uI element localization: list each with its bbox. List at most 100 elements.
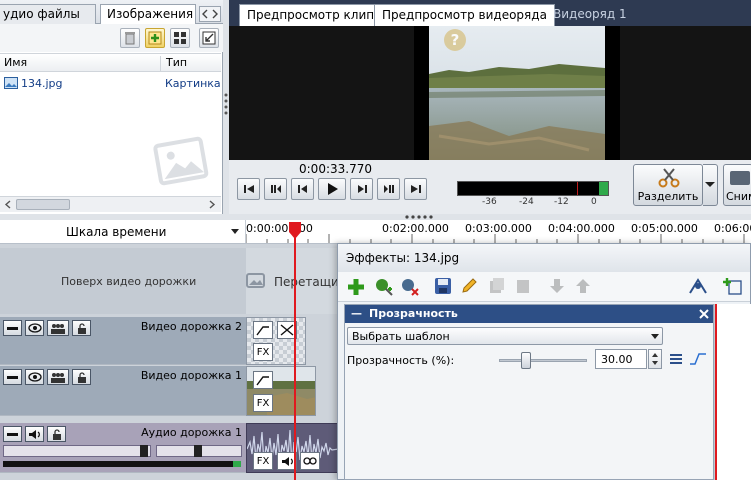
move-down-icon[interactable] (548, 277, 566, 295)
overlay-track[interactable]: Поверх видео дорожки (0, 248, 246, 314)
split-label: Разделить (637, 190, 699, 203)
tab-images[interactable]: Изображения ( (100, 4, 196, 25)
go-end-icon[interactable] (404, 178, 427, 200)
tab-scroll-arrows[interactable] (199, 6, 221, 22)
add-effect-alt-icon[interactable] (374, 277, 394, 297)
remove-effect-icon[interactable] (400, 277, 420, 297)
video-preview[interactable]: ? (229, 26, 751, 160)
tab-audio-files[interactable]: удио файлы (0, 4, 96, 24)
file-list-header: Имя Тип (0, 53, 221, 72)
move-up-icon[interactable] (574, 277, 592, 295)
collapse-icon[interactable] (3, 320, 22, 336)
volume-thumb[interactable] (140, 445, 148, 457)
fade-icon[interactable] (253, 321, 273, 339)
collapse-icon[interactable] (3, 426, 22, 442)
collapse-icon[interactable] (3, 369, 22, 385)
next-marker-icon[interactable] (377, 178, 400, 200)
split-dropdown-button[interactable] (703, 164, 718, 206)
media-horizontal-scrollbar[interactable] (0, 196, 221, 212)
prev-frame-icon[interactable] (291, 178, 314, 200)
meter-peak (577, 182, 578, 195)
fade-icon[interactable] (253, 371, 273, 389)
grid-view-icon[interactable] (170, 28, 190, 48)
tab-clip-preview[interactable]: Предпросмотр клипа (239, 4, 390, 26)
lock-icon[interactable] (72, 320, 91, 336)
playhead[interactable] (288, 220, 302, 480)
next-frame-icon[interactable] (350, 178, 373, 200)
column-type[interactable]: Тип (160, 56, 187, 71)
help-badge[interactable]: ? (444, 29, 466, 51)
clip-video-1[interactable]: FX (246, 366, 316, 416)
opacity-spinner[interactable] (648, 349, 662, 369)
eye-icon[interactable] (25, 320, 44, 336)
keyframe-curve-icon[interactable] (689, 351, 707, 367)
keyframe-graph[interactable] (714, 304, 751, 480)
track-header-audio-1: Аудио дорожка 1 (0, 423, 246, 473)
speaker-icon[interactable] (25, 426, 44, 442)
scroll-thumb[interactable] (16, 199, 70, 210)
playhead-marker (289, 222, 301, 480)
opacity-slider[interactable] (499, 351, 587, 371)
add-file-icon[interactable] (145, 28, 165, 48)
effects-toolbar (338, 272, 750, 302)
volume-slider[interactable] (3, 445, 151, 457)
prev-marker-icon[interactable] (264, 178, 287, 200)
property-header: — Прозрачность (345, 305, 713, 323)
link-icon[interactable] (300, 452, 320, 470)
slider-thumb[interactable] (521, 352, 531, 369)
people-icon[interactable] (47, 320, 69, 336)
people-icon[interactable] (47, 369, 69, 385)
track-header-video-2: Видео дорожка 2 (0, 317, 246, 365)
timescale-selector[interactable]: Шкала времени (0, 220, 246, 243)
split-button[interactable]: Разделить (633, 164, 703, 206)
image-file-icon (4, 77, 18, 89)
import-icon[interactable] (199, 28, 219, 48)
pan-thumb[interactable] (194, 445, 202, 457)
timecode: 0:00:33.770 (299, 162, 372, 176)
lock-icon[interactable] (72, 369, 91, 385)
column-name[interactable]: Имя (4, 56, 27, 69)
play-icon[interactable] (318, 178, 346, 200)
collapse-icon[interactable]: — (351, 307, 362, 320)
file-row[interactable]: 134.jpg Картинка (2, 75, 221, 92)
template-select-value: Выбрать шаблон (352, 330, 450, 343)
copy-icon[interactable] (488, 277, 506, 295)
scroll-right-icon[interactable] (206, 199, 218, 210)
add-effect-icon[interactable] (346, 277, 366, 297)
equal-icon[interactable] (669, 353, 683, 365)
add-keyframe-icon[interactable] (722, 277, 742, 295)
snapshot-label: Сним (726, 190, 751, 203)
pan-slider[interactable] (156, 445, 242, 457)
trash-icon[interactable] (120, 28, 140, 48)
tab-sequence-preview[interactable]: Предпросмотр видеоряда (374, 4, 555, 26)
opacity-input[interactable]: 30.00 (595, 349, 647, 369)
meter-label: -24 (519, 197, 534, 207)
chevron-down-icon (231, 229, 239, 234)
track-header-video-1: Видео дорожка 1 (0, 366, 246, 416)
track-name: Аудио дорожка 1 (141, 426, 242, 439)
effects-titlebar[interactable]: Эффекты: 134.jpg (338, 244, 750, 272)
fx-button[interactable]: FX (253, 343, 273, 361)
keyframe-navigate-icon[interactable] (688, 277, 708, 295)
meter-label: 0 (591, 197, 597, 207)
paste-icon[interactable] (514, 277, 532, 295)
chevron-down-icon (651, 334, 659, 339)
snapshot-button[interactable]: Сним (723, 164, 751, 206)
fx-button[interactable]: FX (253, 452, 273, 470)
fx-button[interactable]: FX (253, 394, 273, 412)
go-start-icon[interactable] (237, 178, 260, 200)
tab-sequence-1[interactable]: Видеоряд 1 (546, 4, 634, 26)
pencil-icon[interactable] (460, 277, 478, 295)
effects-title: Эффекты: 134.jpg (346, 251, 460, 265)
scroll-left-icon[interactable] (2, 199, 14, 210)
timeline-ruler-bar: Шкала времени 0:00:00.000 0:02:00.000 0:… (0, 220, 751, 244)
time-ruler[interactable]: 0:00:00.000 0:02:00.000 0:03:00.000 0:04… (246, 220, 751, 243)
eye-icon[interactable] (25, 369, 44, 385)
panel-splitter-grip[interactable] (224, 92, 228, 116)
save-icon[interactable] (434, 277, 452, 295)
tab-label: удио файлы (3, 7, 80, 21)
audio-level-meter (457, 181, 609, 196)
lock-icon[interactable] (47, 426, 66, 442)
template-select[interactable]: Выбрать шаблон (347, 327, 663, 345)
close-icon[interactable] (699, 309, 709, 319)
